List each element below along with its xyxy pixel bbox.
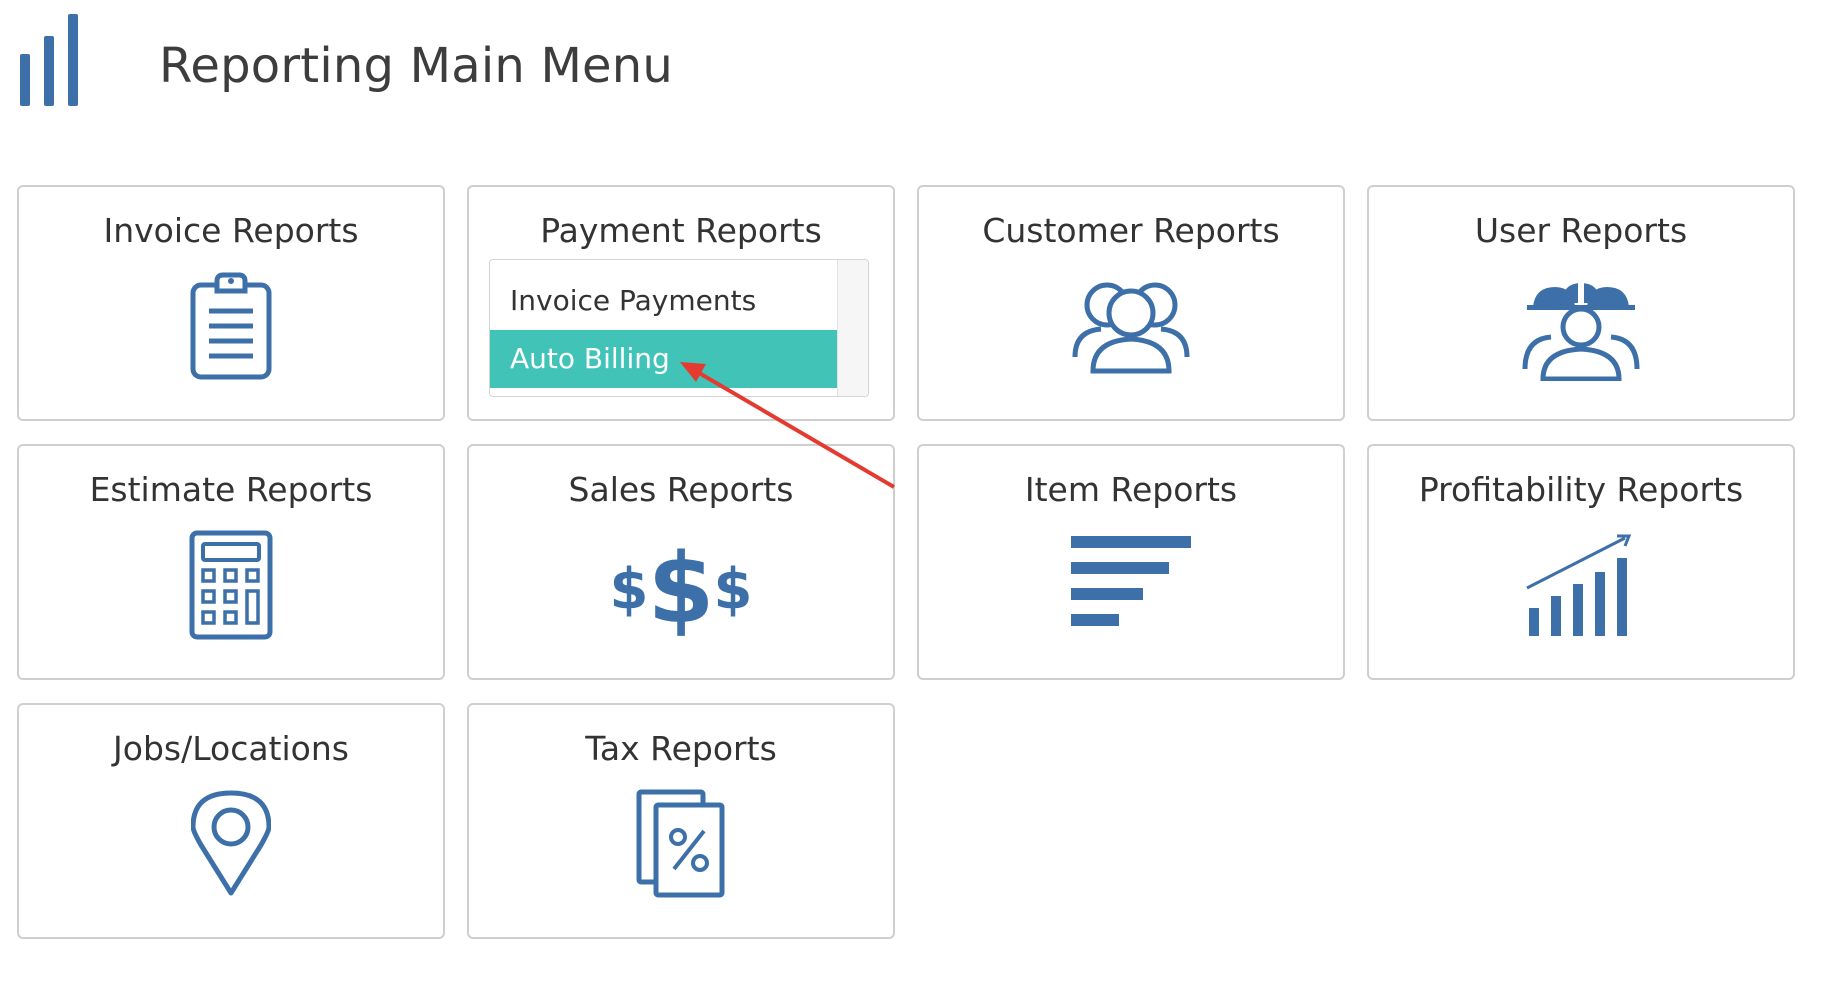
dropdown-item-invoice-payments[interactable]: Invoice Payments	[490, 272, 838, 330]
svg-text:$: $	[611, 557, 648, 622]
card-title: Payment Reports	[540, 211, 822, 250]
bar-chart-icon	[20, 14, 78, 106]
customer-reports-card[interactable]: Customer Reports	[917, 185, 1345, 421]
svg-text:$: $	[648, 533, 715, 640]
card-title: Customer Reports	[982, 211, 1280, 250]
tax-document-icon	[636, 789, 725, 898]
card-title: Invoice Reports	[103, 211, 359, 250]
svg-text:$: $	[714, 557, 751, 622]
jobs-locations-card[interactable]: Jobs/Locations	[17, 703, 445, 939]
map-pin-icon	[191, 790, 271, 896]
payment-reports-dropdown[interactable]: Invoice Payments Auto Billing	[489, 259, 869, 397]
page-header: Reporting Main Menu	[0, 0, 1840, 140]
clipboard-icon	[190, 272, 272, 380]
card-title: Sales Reports	[568, 470, 794, 509]
workers-icon	[1522, 283, 1640, 381]
dropdown-item-auto-billing[interactable]: Auto Billing	[490, 330, 838, 388]
profitability-reports-card[interactable]: Profitability Reports	[1367, 444, 1795, 680]
card-title: Item Reports	[1024, 470, 1238, 509]
invoice-reports-card[interactable]: Invoice Reports	[17, 185, 445, 421]
card-title: Tax Reports	[585, 729, 777, 768]
card-title: Estimate Reports	[89, 470, 373, 509]
payment-reports-card[interactable]: Payment Reports Invoice Payments Auto Bi…	[467, 185, 895, 421]
customers-icon	[1072, 282, 1190, 374]
growth-chart-icon	[1526, 534, 1632, 636]
list-bars-icon	[1071, 536, 1191, 626]
item-reports-card[interactable]: Item Reports	[917, 444, 1345, 680]
estimate-reports-card[interactable]: Estimate Reports	[17, 444, 445, 680]
card-title: User Reports	[1474, 211, 1688, 250]
card-title: Profitability Reports	[1418, 470, 1744, 509]
dollar-signs-icon: $ $ $	[611, 533, 751, 640]
card-title: Jobs/Locations	[113, 729, 349, 768]
page-title: Reporting Main Menu	[159, 38, 674, 94]
dropdown-scrollbar[interactable]	[837, 260, 868, 396]
sales-reports-card[interactable]: Sales Reports $ $ $	[467, 444, 895, 680]
tax-reports-card[interactable]: Tax Reports	[467, 703, 895, 939]
calculator-icon	[189, 530, 273, 640]
user-reports-card[interactable]: User Reports	[1367, 185, 1795, 421]
